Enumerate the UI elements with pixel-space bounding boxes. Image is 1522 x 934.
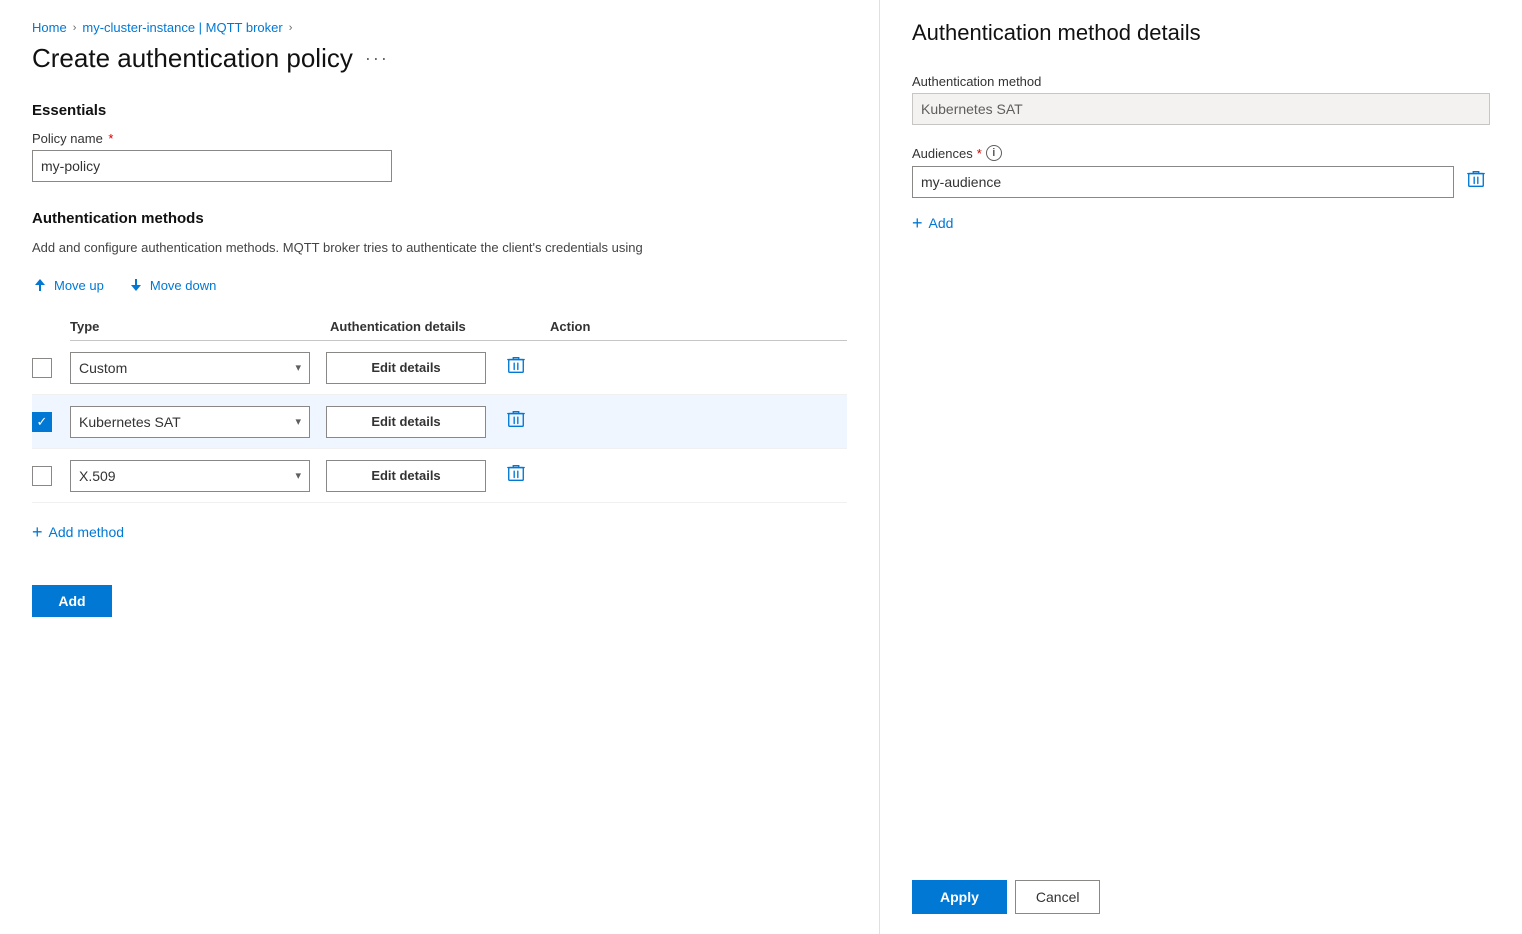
audiences-label: Audiences * i	[912, 145, 1490, 161]
trash-icon	[1466, 169, 1486, 189]
table-row: X.509 ▾ Edit details	[32, 449, 847, 503]
right-panel-title: Authentication method details	[912, 20, 1490, 46]
essentials-section: Essentials Policy name *	[32, 102, 847, 182]
more-options-button[interactable]: ···	[365, 48, 389, 69]
add-method-button[interactable]: + Add method	[32, 519, 124, 545]
audience-delete-button[interactable]	[1462, 165, 1490, 198]
row-3-checkbox[interactable]	[32, 466, 52, 486]
breadcrumb: Home › my-cluster-instance | MQTT broker…	[32, 20, 847, 35]
table-header: Type Authentication details Action	[70, 313, 847, 341]
row-2-checkbox[interactable]	[32, 412, 52, 432]
page-title-row: Create authentication policy ···	[32, 43, 847, 74]
essentials-section-title: Essentials	[32, 102, 847, 119]
auth-methods-title: Authentication methods	[32, 210, 847, 227]
audience-input[interactable]	[912, 166, 1454, 198]
audiences-group: Audiences * i + Add	[912, 145, 1490, 236]
plus-icon: +	[32, 523, 43, 541]
cancel-button[interactable]: Cancel	[1015, 880, 1101, 914]
trash-icon	[506, 355, 526, 375]
page-title: Create authentication policy	[32, 43, 353, 74]
move-down-button[interactable]: Move down	[128, 273, 216, 297]
add-audience-button[interactable]: + Add	[912, 210, 953, 236]
apply-button[interactable]: Apply	[912, 880, 1007, 914]
row-1-type-dropdown[interactable]: Custom ▾	[70, 352, 310, 384]
row-3-type-dropdown[interactable]: X.509 ▾	[70, 460, 310, 492]
col-type-header: Type	[70, 319, 330, 334]
chevron-icon: ›	[73, 22, 77, 34]
add-button[interactable]: Add	[32, 585, 112, 617]
row-2-edit-details-button[interactable]: Edit details	[326, 406, 486, 438]
row-1-edit-details-button[interactable]: Edit details	[326, 352, 486, 384]
row-1-checkbox[interactable]	[32, 358, 52, 378]
info-icon: i	[986, 145, 1002, 161]
table-row: Kubernetes SAT ▾ Edit details	[32, 395, 847, 449]
right-panel: Authentication method details Authentica…	[880, 0, 1522, 934]
audience-row	[912, 165, 1490, 198]
left-panel: Home › my-cluster-instance | MQTT broker…	[0, 0, 880, 934]
move-up-button[interactable]: Move up	[32, 273, 104, 297]
col-action-header: Action	[550, 319, 590, 334]
row-2-delete-button[interactable]	[502, 405, 530, 438]
row-2-type-dropdown[interactable]: Kubernetes SAT ▾	[70, 406, 310, 438]
col-auth-details-header: Authentication details	[330, 319, 550, 334]
chevron-down-icon: ▾	[295, 415, 301, 428]
row-3-edit-details-button[interactable]: Edit details	[326, 460, 486, 492]
chevron-down-icon: ▾	[295, 361, 301, 374]
move-controls: Move up Move down	[32, 273, 847, 297]
row-3-delete-button[interactable]	[502, 459, 530, 492]
chevron-down-icon: ▾	[295, 469, 301, 482]
auth-method-group: Authentication method Kubernetes SAT	[912, 74, 1490, 125]
policy-name-label: Policy name *	[32, 131, 847, 146]
auth-methods-desc: Add and configure authentication methods…	[32, 239, 847, 257]
trash-icon	[506, 463, 526, 483]
auth-method-readonly: Kubernetes SAT	[912, 93, 1490, 125]
auth-method-label: Authentication method	[912, 74, 1490, 89]
trash-icon	[506, 409, 526, 429]
policy-name-input[interactable]	[32, 150, 392, 182]
breadcrumb-cluster[interactable]: my-cluster-instance | MQTT broker	[82, 20, 282, 35]
arrow-up-icon	[32, 277, 48, 293]
row-1-delete-button[interactable]	[502, 351, 530, 384]
table-row: Custom ▾ Edit details	[32, 341, 847, 395]
breadcrumb-home[interactable]: Home	[32, 20, 67, 35]
right-panel-footer: Apply Cancel	[912, 860, 1490, 914]
arrow-down-icon	[128, 277, 144, 293]
plus-icon: +	[912, 214, 923, 232]
auth-methods-section: Authentication methods Add and configure…	[32, 210, 847, 545]
bottom-actions: Add	[32, 585, 847, 617]
chevron-icon-2: ›	[289, 22, 293, 34]
